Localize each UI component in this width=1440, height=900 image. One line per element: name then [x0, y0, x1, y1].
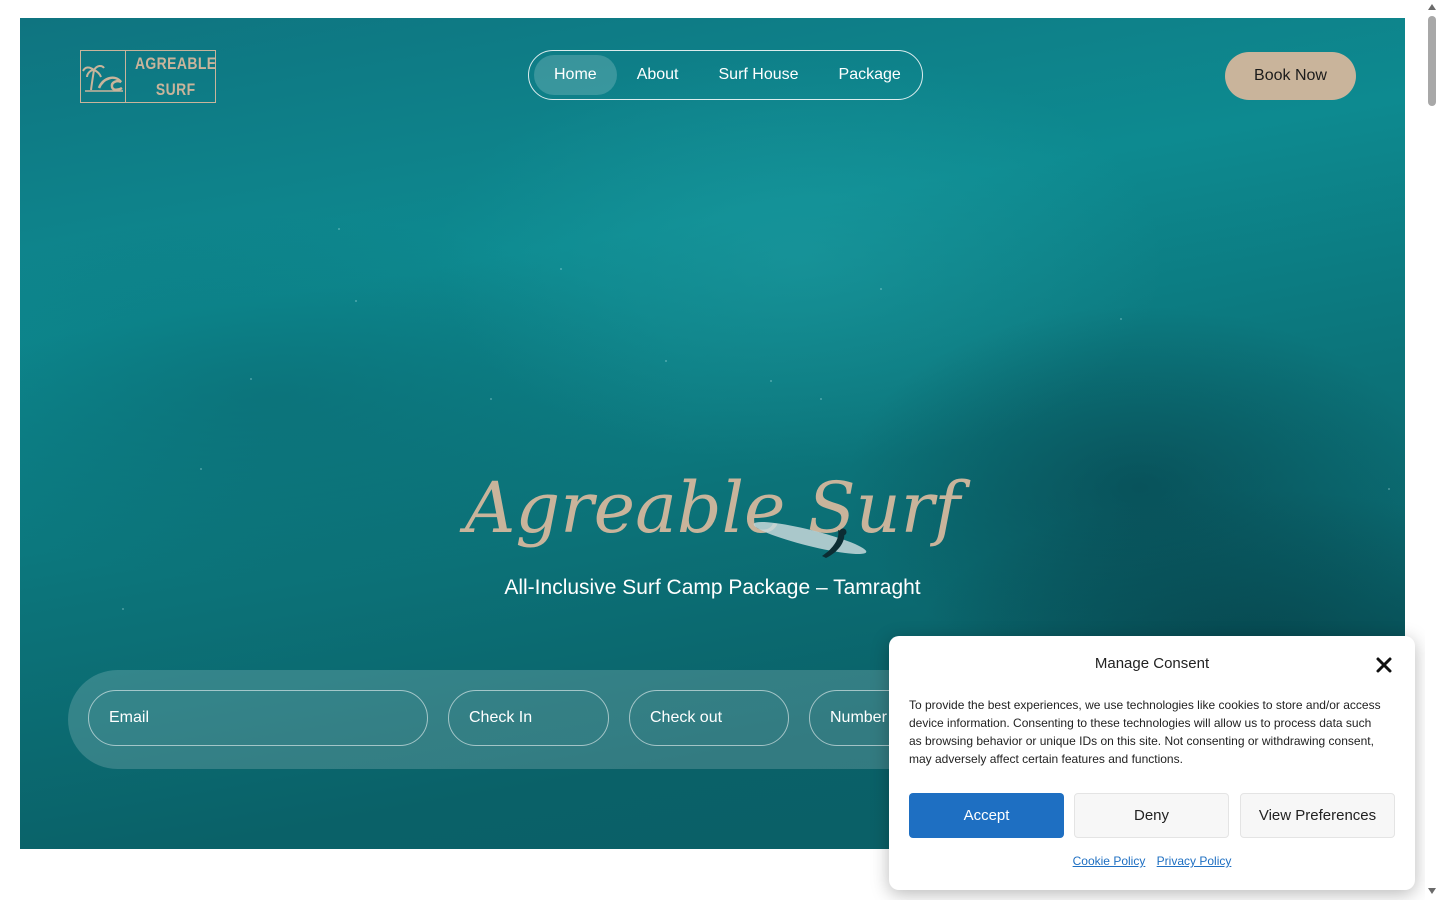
view-preferences-button[interactable]: View Preferences: [1240, 793, 1395, 838]
consent-links: Cookie Policy Privacy Policy: [889, 854, 1415, 868]
main-nav: Home About Surf House Package: [528, 50, 923, 100]
logo-line-1: AGREABLE: [134, 53, 217, 73]
water-speck: [880, 288, 882, 290]
scrollbar[interactable]: [1425, 0, 1440, 900]
water-speck: [490, 398, 492, 400]
consent-dialog: Manage Consent To provide the best exper…: [889, 636, 1415, 890]
site-logo[interactable]: AGREABLE SURF: [80, 50, 216, 103]
accept-button[interactable]: Accept: [909, 793, 1064, 838]
water-speck: [250, 378, 252, 380]
close-icon[interactable]: [1373, 654, 1395, 676]
hero-title: Agreable Surf: [464, 467, 961, 549]
water-speck: [122, 608, 124, 610]
page: AGREABLE SURF Home About Surf House Pack…: [0, 0, 1440, 900]
logo-text: AGREABLE SURF: [135, 51, 217, 102]
book-now-button[interactable]: Book Now: [1225, 52, 1356, 100]
water-speck: [820, 398, 822, 400]
nav-item-package[interactable]: Package: [819, 55, 921, 95]
scroll-down-icon[interactable]: [1428, 888, 1436, 894]
water-speck: [338, 228, 340, 230]
scroll-thumb[interactable]: [1428, 16, 1436, 106]
nav-item-surf-house[interactable]: Surf House: [699, 55, 819, 95]
surfer-image: [740, 508, 870, 573]
scroll-up-icon[interactable]: [1428, 4, 1436, 10]
water-speck: [770, 380, 772, 382]
consent-title: Manage Consent: [1094, 655, 1210, 672]
consent-body: To provide the best experiences, we use …: [909, 698, 1381, 766]
logo-line-2: SURF: [155, 79, 196, 99]
email-field[interactable]: Email: [88, 690, 428, 746]
check-out-field[interactable]: Check out: [629, 690, 789, 746]
water-speck: [1120, 318, 1122, 320]
privacy-policy-link[interactable]: Privacy Policy: [1157, 854, 1232, 868]
nav-item-about[interactable]: About: [617, 55, 699, 95]
deny-button[interactable]: Deny: [1074, 793, 1229, 838]
cookie-policy-link[interactable]: Cookie Policy: [1073, 854, 1146, 868]
water-speck: [665, 360, 667, 362]
hero-subtitle: All-Inclusive Surf Camp Package – Tamrag…: [504, 576, 921, 599]
water-speck: [560, 268, 562, 270]
nav-item-home[interactable]: Home: [534, 55, 617, 95]
palm-wave-icon: [81, 51, 126, 102]
water-speck: [355, 300, 357, 302]
check-in-field[interactable]: Check In: [448, 690, 609, 746]
